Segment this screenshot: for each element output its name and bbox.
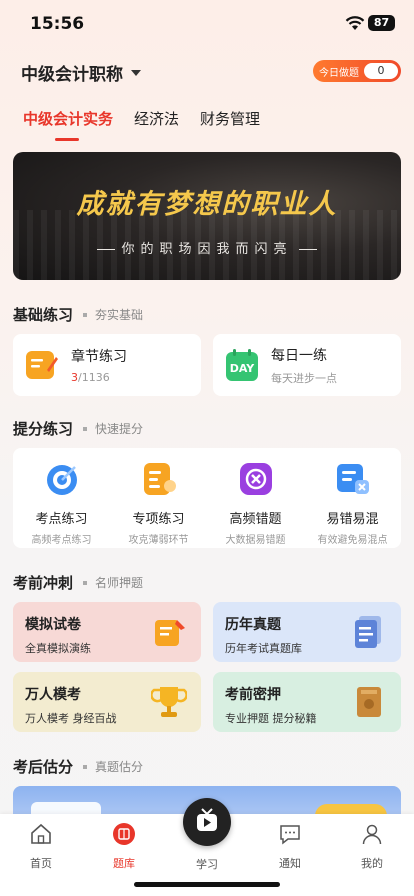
key-point-practice[interactable]: 考点练习 高频考点练习 — [13, 448, 110, 548]
tab-label: 首页 — [30, 857, 52, 870]
chapter-progress: 3/1136 — [71, 371, 110, 384]
tab-accounting-practice[interactable]: 中级会计实务 — [23, 108, 113, 129]
play-video-icon — [197, 808, 217, 831]
tab-home[interactable]: 首页 — [11, 822, 71, 871]
frequent-errors[interactable]: 高频错题 大数据易错题 — [207, 448, 304, 548]
mass-mock-exam-card[interactable]: 万人模考 万人模考 身经百战 — [13, 672, 201, 732]
day-calendar-icon: DAY — [226, 349, 258, 381]
wifi-icon — [345, 16, 365, 30]
home-indicator — [134, 882, 280, 887]
section-basic-practice: 基础练习 夯实基础 — [13, 304, 143, 325]
tab-study[interactable] — [183, 798, 231, 846]
section-title: 基础练习 — [13, 306, 74, 324]
tab-label: 通知 — [279, 857, 301, 870]
subject-tabs: 中级会计实务 经济法 财务管理 — [23, 108, 260, 129]
daily-question-badge[interactable]: 今日做题 0 — [313, 60, 401, 82]
home-icon — [31, 823, 51, 844]
section-subtitle: 真题估分 — [95, 760, 144, 774]
tab-question-bank[interactable]: 题库 — [94, 822, 154, 871]
status-time: 15:56 — [30, 14, 85, 34]
item-desc: 大数据易错题 — [225, 535, 286, 546]
banner-subline: 你的职场因我而闪亮 — [13, 238, 401, 257]
document-stack-icon — [355, 616, 381, 648]
caret-down-icon — [131, 69, 141, 76]
status-bar: 15:56 87 — [0, 0, 414, 48]
item-desc: 高频考点练习 — [31, 535, 92, 546]
chapter-practice-card[interactable]: 章节练习 3/1136 — [13, 334, 201, 396]
exam-selector[interactable]: 中级会计职称 — [21, 60, 141, 85]
banner-headline: 成就有梦想的职业人 — [76, 189, 338, 220]
item-desc: 有效避免易混点 — [317, 535, 388, 546]
item-label: 易错易混 — [326, 512, 379, 527]
user-icon — [362, 824, 382, 845]
section-title: 提分练习 — [13, 420, 74, 438]
chapter-notebook-icon — [26, 351, 58, 379]
item-label: 高频错题 — [229, 512, 282, 527]
scroll-pen-icon — [155, 620, 185, 646]
section-subtitle: 名师押题 — [95, 576, 144, 590]
section-sprint: 考前冲刺 名师押题 — [13, 572, 143, 593]
target-icon — [46, 465, 77, 495]
section-subtitle: 快速提分 — [95, 422, 144, 436]
mock-exam-card[interactable]: 模拟试卷 全真模拟演练 — [13, 602, 201, 662]
confusing-points[interactable]: 易错易混 有效避免易混点 — [304, 448, 401, 548]
sealed-envelope-icon — [357, 687, 381, 717]
item-label: 专项练习 — [132, 512, 185, 527]
section-title: 考后估分 — [13, 758, 74, 776]
message-icon — [280, 825, 300, 845]
daily-count: 0 — [364, 63, 398, 79]
trophy-icon — [151, 687, 187, 717]
tab-economic-law[interactable]: 经济法 — [134, 108, 179, 129]
past-papers-card[interactable]: 历年真题 历年考试真题库 — [213, 602, 401, 662]
exam-name: 中级会计职称 — [21, 65, 123, 85]
question-bank-icon — [113, 823, 135, 845]
daily-practice-desc: 每天进步一点 — [271, 371, 337, 385]
battery-icon: 87 — [368, 15, 395, 31]
document-list-icon — [143, 463, 176, 495]
confusion-doc-icon — [336, 464, 369, 494]
tab-study-label: 学习 — [196, 858, 218, 871]
section-estimate: 考后估分 真题估分 — [13, 756, 143, 777]
daily-label: 今日做题 — [319, 67, 359, 79]
error-refresh-icon — [239, 463, 272, 495]
section-boost-practice: 提分练习 快速提分 — [13, 418, 143, 439]
active-tab-indicator — [55, 138, 79, 141]
promo-banner[interactable]: 成就有梦想的职业人 你的职场因我而闪亮 — [13, 152, 401, 280]
boost-practice-panel: 考点练习 高频考点练习 专项练习 攻克薄弱环节 高频错题 大数据易错题 易错易混… — [13, 448, 401, 548]
special-practice[interactable]: 专项练习 攻克薄弱环节 — [110, 448, 207, 548]
tab-label: 我的 — [361, 857, 383, 870]
chapter-practice-label: 章节练习 — [71, 349, 127, 365]
tab-mine[interactable]: 我的 — [342, 822, 402, 871]
tab-notice[interactable]: 通知 — [260, 822, 320, 871]
item-desc: 攻克薄弱环节 — [128, 535, 189, 546]
daily-practice-card[interactable]: DAY 每日一练 每天进步一点 — [213, 334, 401, 396]
tab-label: 题库 — [113, 857, 135, 870]
secret-predictions-card[interactable]: 考前密押 专业押题 提分秘籍 — [213, 672, 401, 732]
svg-text:DAY: DAY — [230, 362, 256, 375]
tab-financial-management[interactable]: 财务管理 — [200, 108, 260, 129]
section-title: 考前冲刺 — [13, 574, 74, 592]
daily-practice-label: 每日一练 — [271, 347, 327, 364]
item-label: 考点练习 — [35, 512, 88, 527]
section-subtitle: 夯实基础 — [95, 308, 144, 322]
